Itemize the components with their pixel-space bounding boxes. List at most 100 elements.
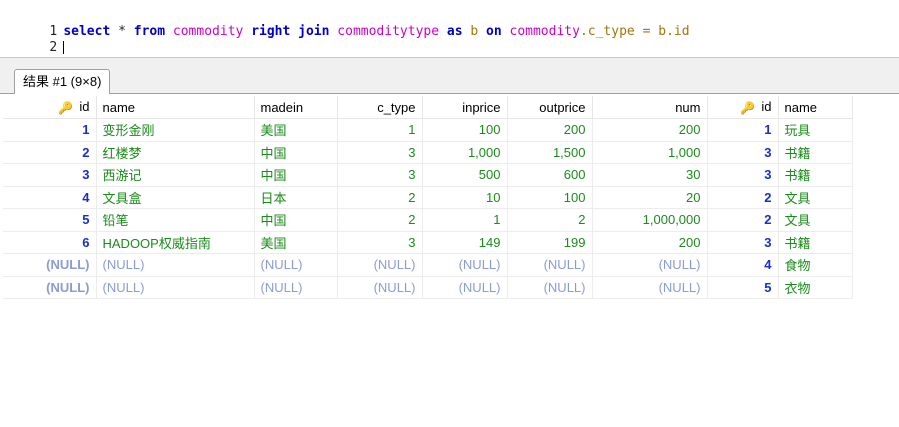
cell-madein[interactable]: 中国: [254, 141, 338, 164]
cell-inprice[interactable]: (NULL): [422, 253, 508, 277]
cell-type-name[interactable]: 食物: [778, 253, 853, 277]
cell-outprice[interactable]: 199: [507, 231, 593, 254]
cell-name[interactable]: (NULL): [96, 253, 255, 277]
cell-c-type[interactable]: (NULL): [337, 253, 423, 277]
cell-type-name[interactable]: 文具: [778, 186, 853, 209]
cell-name[interactable]: 西游记: [96, 163, 255, 187]
cell-type-id[interactable]: 3: [707, 163, 779, 187]
cell-id[interactable]: 5: [3, 208, 97, 232]
table-row[interactable]: 4 文具盒 日本 2 10 100 20 2 文具: [3, 186, 853, 209]
cell-madein[interactable]: (NULL): [254, 276, 338, 299]
column-header-num[interactable]: num: [592, 96, 708, 119]
pane-splitter[interactable]: [0, 57, 899, 66]
result-tab-label: 结果 #1 (9×8): [23, 74, 102, 89]
code-line-3[interactable]: 3: [0, 41, 63, 57]
cell-madein[interactable]: (NULL): [254, 253, 338, 277]
cell-type-name[interactable]: 书籍: [778, 231, 853, 254]
cell-type-id[interactable]: 2: [707, 208, 779, 232]
cell-type-id[interactable]: 3: [707, 231, 779, 254]
cell-num[interactable]: 200: [592, 231, 708, 254]
cell-inprice[interactable]: 100: [422, 118, 508, 142]
cell-madein[interactable]: 美国: [254, 118, 338, 142]
cell-num[interactable]: 1,000,000: [592, 208, 708, 232]
cell-c-type[interactable]: (NULL): [337, 276, 423, 299]
cell-type-name[interactable]: 文具: [778, 208, 853, 232]
cell-outprice[interactable]: (NULL): [507, 253, 593, 277]
cell-name[interactable]: HADOOP权威指南: [96, 231, 255, 254]
table-row[interactable]: 1 变形金刚 美国 1 100 200 200 1 玩具: [3, 118, 853, 142]
code-line-2[interactable]: 2: [0, 25, 65, 55]
column-header-c-type[interactable]: c_type: [337, 96, 423, 119]
cell-c-type[interactable]: 1: [337, 118, 423, 142]
cell-inprice[interactable]: 1,000: [422, 141, 508, 164]
cell-num[interactable]: (NULL): [592, 253, 708, 277]
table-row[interactable]: (NULL) (NULL) (NULL) (NULL) (NULL) (NULL) (NUL…: [3, 253, 853, 277]
cell-name[interactable]: 铅笔: [96, 208, 255, 232]
column-header-type-name[interactable]: name: [778, 96, 853, 119]
table-row[interactable]: (NULL) (NULL) (NULL) (NULL) (NULL) (NULL) (NUL…: [3, 276, 853, 299]
cell-madein[interactable]: 中国: [254, 208, 338, 232]
cell-inprice[interactable]: 500: [422, 163, 508, 187]
table-row[interactable]: 6 HADOOP权威指南 美国 3 149 199 200 3 书籍: [3, 231, 853, 254]
column-header-type-id[interactable]: 🔑 id: [707, 96, 779, 119]
cell-type-name[interactable]: 玩具: [778, 118, 853, 142]
table-row[interactable]: 5 铅笔 中国 2 1 2 1,000,000 2 文具: [3, 208, 853, 232]
cell-inprice[interactable]: 1: [422, 208, 508, 232]
cell-num[interactable]: 30: [592, 163, 708, 187]
cell-outprice[interactable]: 2: [507, 208, 593, 232]
cell-id[interactable]: (NULL): [3, 276, 97, 299]
cell-outprice[interactable]: 100: [507, 186, 593, 209]
cell-type-id[interactable]: 2: [707, 186, 779, 209]
cell-name[interactable]: 变形金刚: [96, 118, 255, 142]
cell-num[interactable]: (NULL): [592, 276, 708, 299]
cell-outprice[interactable]: 600: [507, 163, 593, 187]
cell-num[interactable]: 1,000: [592, 141, 708, 164]
cell-type-id[interactable]: 4: [707, 253, 779, 277]
code-line-1[interactable]: 1 select * from commodity right join comm…: [0, 9, 689, 39]
cell-type-id[interactable]: 3: [707, 141, 779, 164]
cell-id[interactable]: 3: [3, 163, 97, 187]
cell-type-name[interactable]: 书籍: [778, 141, 853, 164]
cell-inprice[interactable]: 10: [422, 186, 508, 209]
cell-id[interactable]: (NULL): [3, 253, 97, 277]
cell-id[interactable]: 4: [3, 186, 97, 209]
cell-c-type[interactable]: 2: [337, 186, 423, 209]
column-header-madein[interactable]: madein: [254, 96, 338, 119]
cell-id[interactable]: 1: [3, 118, 97, 142]
cell-madein[interactable]: 中国: [254, 163, 338, 187]
cell-madein[interactable]: 日本: [254, 186, 338, 209]
table-row[interactable]: 2 红楼梦 中国 3 1,000 1,500 1,000 3 书籍: [3, 141, 853, 164]
cell-c-type[interactable]: 3: [337, 231, 423, 254]
sql-table-commoditytype: commoditytype: [337, 24, 440, 39]
sql-editor[interactable]: 1 select * from commodity right join comm…: [0, 0, 899, 57]
cell-name[interactable]: 文具盒: [96, 186, 255, 209]
sql-keyword-on: on: [486, 24, 502, 39]
cell-num[interactable]: 200: [592, 118, 708, 142]
cell-type-id[interactable]: 1: [707, 118, 779, 142]
cell-name[interactable]: (NULL): [96, 276, 255, 299]
cell-inprice[interactable]: 149: [422, 231, 508, 254]
cell-outprice[interactable]: 1,500: [507, 141, 593, 164]
column-header-inprice[interactable]: inprice: [422, 96, 508, 119]
cell-num[interactable]: 20: [592, 186, 708, 209]
cell-c-type[interactable]: 2: [337, 208, 423, 232]
cell-c-type[interactable]: 3: [337, 163, 423, 187]
cell-outprice[interactable]: 200: [507, 118, 593, 142]
cell-type-name[interactable]: 衣物: [778, 276, 853, 299]
cell-type-id[interactable]: 5: [707, 276, 779, 299]
column-header-id[interactable]: 🔑 id: [3, 96, 97, 119]
cell-name[interactable]: 红楼梦: [96, 141, 255, 164]
cell-madein[interactable]: 美国: [254, 231, 338, 254]
column-header-name[interactable]: name: [96, 96, 255, 119]
table-row[interactable]: 3 西游记 中国 3 500 600 30 3 书籍: [3, 163, 853, 187]
cell-type-name[interactable]: 书籍: [778, 163, 853, 187]
cell-id[interactable]: 6: [3, 231, 97, 254]
cell-id[interactable]: 2: [3, 141, 97, 164]
result-grid[interactable]: 🔑 id name madein c_type inprice outprice …: [0, 94, 899, 427]
column-header-outprice[interactable]: outprice: [507, 96, 593, 119]
result-tab[interactable]: 结果 #1 (9×8): [14, 69, 111, 95]
cell-inprice[interactable]: (NULL): [422, 276, 508, 299]
key-icon: 🔑: [740, 100, 756, 115]
cell-outprice[interactable]: (NULL): [507, 276, 593, 299]
cell-c-type[interactable]: 3: [337, 141, 423, 164]
